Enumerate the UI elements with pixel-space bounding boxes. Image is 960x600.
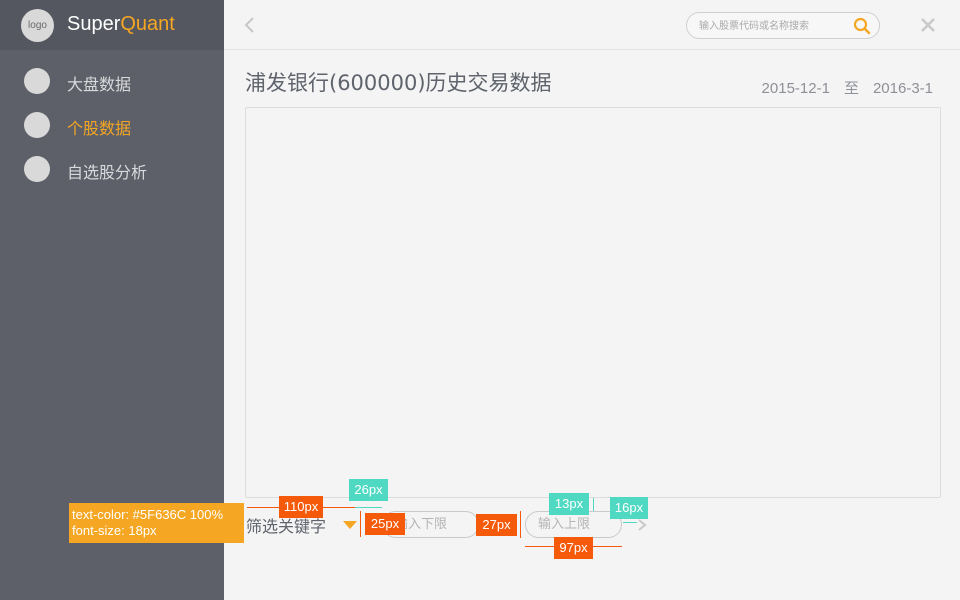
close-icon[interactable] bbox=[920, 17, 936, 33]
measure-tag-16: 16px bbox=[610, 497, 648, 519]
spec-annotation: text-color: #5F636C 100% font-size: 18px bbox=[69, 503, 244, 543]
page-title: 浦发银行(600000)历史交易数据 bbox=[245, 71, 552, 95]
measure-tag-26: 26px bbox=[349, 479, 388, 501]
dropdown-arrow-icon[interactable] bbox=[343, 520, 357, 530]
date-separator: 至 bbox=[843, 79, 859, 97]
measure-line-25 bbox=[360, 511, 361, 537]
back-icon[interactable] bbox=[240, 13, 258, 37]
sidebar-item-label: 大盘数据 bbox=[67, 75, 132, 94]
date-end[interactable]: 2016-3-1 bbox=[873, 80, 933, 97]
topbar bbox=[224, 0, 960, 50]
measure-line-27 bbox=[520, 511, 521, 538]
measure-tag-13: 13px bbox=[549, 493, 589, 515]
measure-tag-27: 27px bbox=[476, 514, 517, 536]
upper-limit-input[interactable] bbox=[525, 511, 622, 538]
sidebar-item-watchlist[interactable]: 自选股分析 bbox=[0, 153, 224, 185]
sidebar-item-label: 自选股分析 bbox=[67, 163, 148, 182]
measure-tag-97: 97px bbox=[554, 537, 593, 559]
market-icon bbox=[24, 68, 50, 94]
brand-name: SuperQuant bbox=[67, 13, 175, 35]
sidebar-header: logo SuperQuant bbox=[0, 0, 224, 50]
date-range: 2015-12-1 至 2016-3-1 bbox=[762, 77, 933, 98]
next-icon[interactable] bbox=[636, 518, 648, 532]
search-input[interactable] bbox=[699, 17, 849, 35]
measure-line-26 bbox=[355, 507, 382, 508]
search-icon[interactable] bbox=[853, 17, 871, 35]
spec-size-text: font-size: 18px bbox=[72, 523, 157, 538]
spec-color-text: text-color: #5F636C 100% bbox=[72, 507, 224, 522]
measure-line-16 bbox=[623, 522, 637, 523]
sidebar-item-stock[interactable]: 个股数据 bbox=[0, 109, 224, 141]
measure-line-13 bbox=[593, 498, 594, 511]
watchlist-icon bbox=[24, 156, 50, 182]
measure-tag-25: 25px bbox=[365, 513, 405, 535]
sidebar-item-label: 个股数据 bbox=[67, 119, 132, 138]
date-start[interactable]: 2015-12-1 bbox=[762, 80, 830, 97]
stock-icon bbox=[24, 112, 50, 138]
measure-tag-110: 110px bbox=[279, 496, 323, 518]
search-box bbox=[686, 12, 880, 39]
chart-area bbox=[245, 107, 941, 498]
logo: logo bbox=[21, 9, 54, 42]
sidebar-item-market[interactable]: 大盘数据 bbox=[0, 65, 224, 97]
